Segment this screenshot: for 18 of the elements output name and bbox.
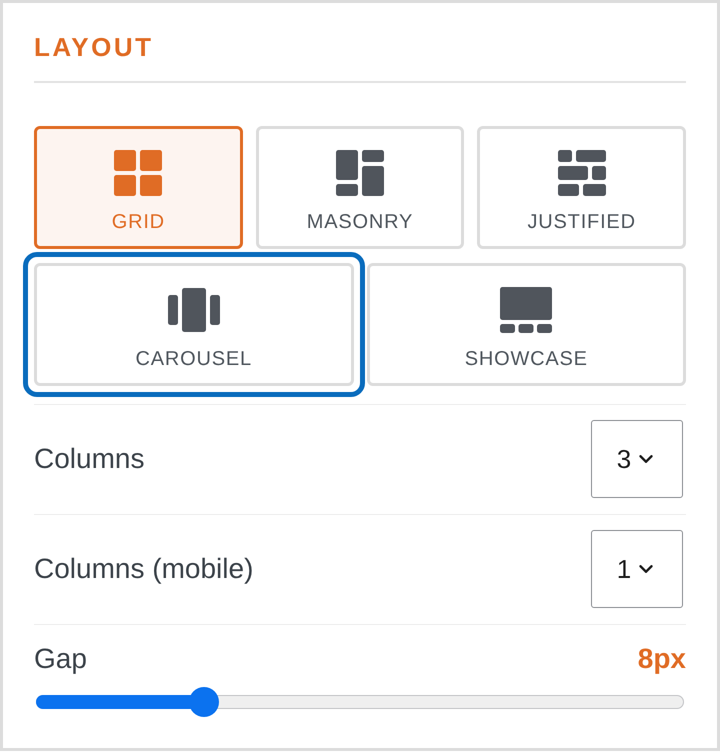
slider-track[interactable] [36,687,684,717]
dropdown-select[interactable]: 1 [591,530,683,608]
layout-option[interactable]: JUSTIFIED [477,126,686,249]
layout-option[interactable]: MASONRY [256,126,464,249]
masonry-layout-icon [336,150,384,196]
brick-rows-icon [558,150,606,196]
grid-icon [114,150,162,196]
section-title: LAYOUT [34,33,154,61]
setting-label: Gap [34,643,87,675]
dropdown-select[interactable]: 3 [591,420,683,498]
setting-label: Columns [34,443,144,475]
setting-label: Columns (mobile) [34,553,254,585]
layout-option[interactable]: SHOWCASE [366,263,686,386]
showcase-icon [500,287,552,333]
slider-thumb[interactable] [189,687,220,717]
carousel-icon [168,288,220,332]
layout-option[interactable]: CAROUSEL [34,263,354,386]
slider-value: 8px [638,643,686,675]
